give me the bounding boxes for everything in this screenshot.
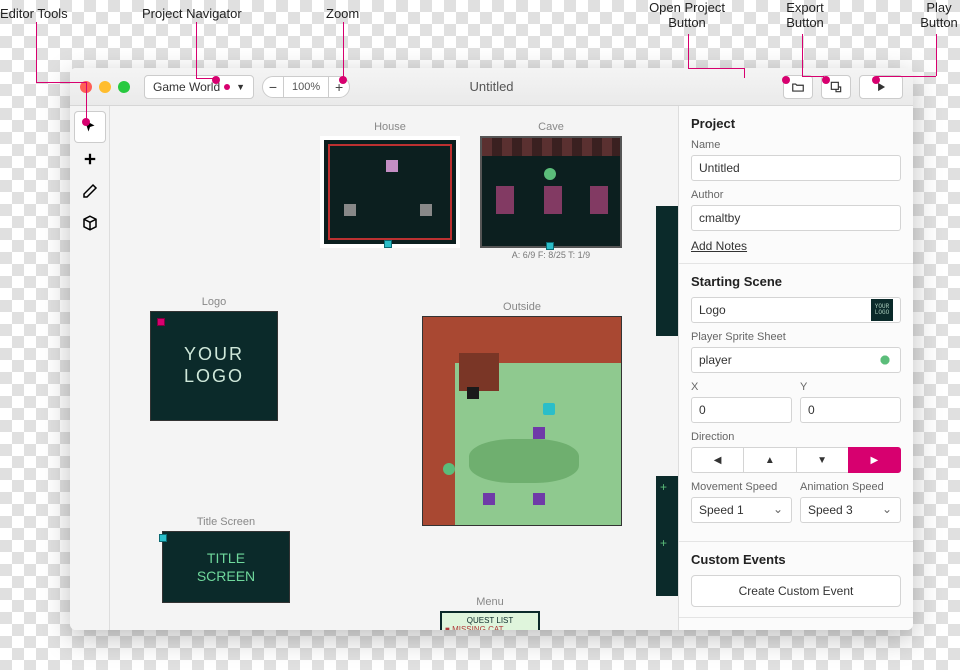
properties-sidebar: Project Name Untitled Author cmaltby Add… <box>678 106 913 630</box>
add-notes-link[interactable]: Add Notes <box>691 239 747 253</box>
author-label: Author <box>691 189 901 201</box>
app-window: Game World ▼ − 100% + Untitled <box>70 68 913 630</box>
zoom-value: 100% <box>284 76 328 98</box>
project-heading: Project <box>691 116 901 131</box>
scene-offscreen-right-2[interactable]: ++ <box>656 476 678 596</box>
custom-events-heading: Custom Events <box>691 552 901 567</box>
eraser-icon <box>81 182 99 200</box>
anno-play: Play Button <box>914 0 960 30</box>
scene-title[interactable]: TITLE SCREEN <box>162 531 290 603</box>
create-custom-event-button[interactable]: Create Custom Event <box>691 575 901 607</box>
move-speed-label: Movement Speed <box>691 481 792 493</box>
world-canvas[interactable]: House Cave A: 6/ <box>110 106 678 630</box>
name-input[interactable]: Untitled <box>691 155 901 181</box>
scene-label-cave: Cave <box>480 121 622 133</box>
title-text: TITLE SCREEN <box>197 549 255 585</box>
sprite-select[interactable]: player <box>691 347 901 373</box>
scene-label-outside: Outside <box>422 301 622 313</box>
starting-scene-heading: Starting Scene <box>691 274 901 289</box>
anno-export: Export Button <box>775 0 835 30</box>
direction-left-button[interactable]: ◀ <box>691 447 743 473</box>
y-label: Y <box>800 381 901 393</box>
author-input[interactable]: cmaltby <box>691 205 901 231</box>
folder-icon <box>791 80 805 94</box>
export-icon <box>829 80 843 94</box>
starting-scene-select[interactable]: Logo YOUR LOGO <box>691 297 901 323</box>
navigator-indicator-icon <box>224 84 230 90</box>
minimize-window-icon[interactable] <box>99 81 111 93</box>
cube-icon <box>81 214 99 232</box>
y-input[interactable]: 0 <box>800 397 901 423</box>
move-speed-select[interactable]: Speed 1 <box>691 497 792 523</box>
collision-tool[interactable] <box>75 208 105 238</box>
name-label: Name <box>691 139 901 151</box>
zoom-out-button[interactable]: − <box>262 76 284 98</box>
sprite-label: Player Sprite Sheet <box>691 331 901 343</box>
anno-open-project: Open Project Button <box>642 0 732 30</box>
anim-speed-label: Animation Speed <box>800 481 901 493</box>
x-input[interactable]: 0 <box>691 397 792 423</box>
direction-right-button[interactable]: ▶ <box>848 447 901 473</box>
scene-info-cave: A: 6/9 F: 8/25 T: 1/9 <box>480 250 622 260</box>
scene-outside[interactable] <box>422 316 622 526</box>
window-title: Untitled <box>469 79 513 94</box>
play-button[interactable] <box>859 75 903 99</box>
logo-text: YOUR LOGO <box>184 344 244 387</box>
direction-up-button[interactable]: ▲ <box>743 447 795 473</box>
menu-item: ■ MISSING CAT <box>445 625 535 630</box>
scene-menu[interactable]: QUEST LIST ■ MISSING CAT <box>440 611 540 630</box>
direction-down-button[interactable]: ▼ <box>796 447 848 473</box>
scene-label-title: Title Screen <box>162 516 290 528</box>
anno-project-navigator: Project Navigator <box>142 6 242 21</box>
anno-zoom: Zoom <box>326 6 359 21</box>
maximize-window-icon[interactable] <box>118 81 130 93</box>
editor-tools-panel <box>70 106 110 630</box>
sprite-thumb-icon <box>877 352 893 368</box>
anno-editor-tools: Editor Tools <box>0 6 68 21</box>
direction-group: ◀ ▲ ▼ ▶ <box>691 447 901 473</box>
add-tool[interactable] <box>75 144 105 174</box>
scene-offscreen-right-1[interactable] <box>656 206 678 336</box>
menu-title: QUEST LIST <box>445 616 535 625</box>
plus-icon <box>81 150 99 168</box>
direction-label: Direction <box>691 431 901 443</box>
scene-label-house: House <box>320 121 460 133</box>
navigator-value: Game World <box>153 80 220 94</box>
scene-house[interactable] <box>320 136 460 248</box>
x-label: X <box>691 381 792 393</box>
anim-speed-select[interactable]: Speed 3 <box>800 497 901 523</box>
scene-label-logo: Logo <box>150 296 278 308</box>
chevron-down-icon: ▼ <box>236 82 245 92</box>
zoom-controls: − 100% + <box>262 76 350 98</box>
scene-logo[interactable]: YOUR LOGO <box>150 311 278 421</box>
logo-thumb-icon: YOUR LOGO <box>871 299 893 321</box>
scene-label-menu: Menu <box>440 596 540 608</box>
scene-cave[interactable] <box>480 136 622 248</box>
erase-tool[interactable] <box>75 176 105 206</box>
window-controls <box>80 81 130 93</box>
select-tool[interactable] <box>75 112 105 142</box>
